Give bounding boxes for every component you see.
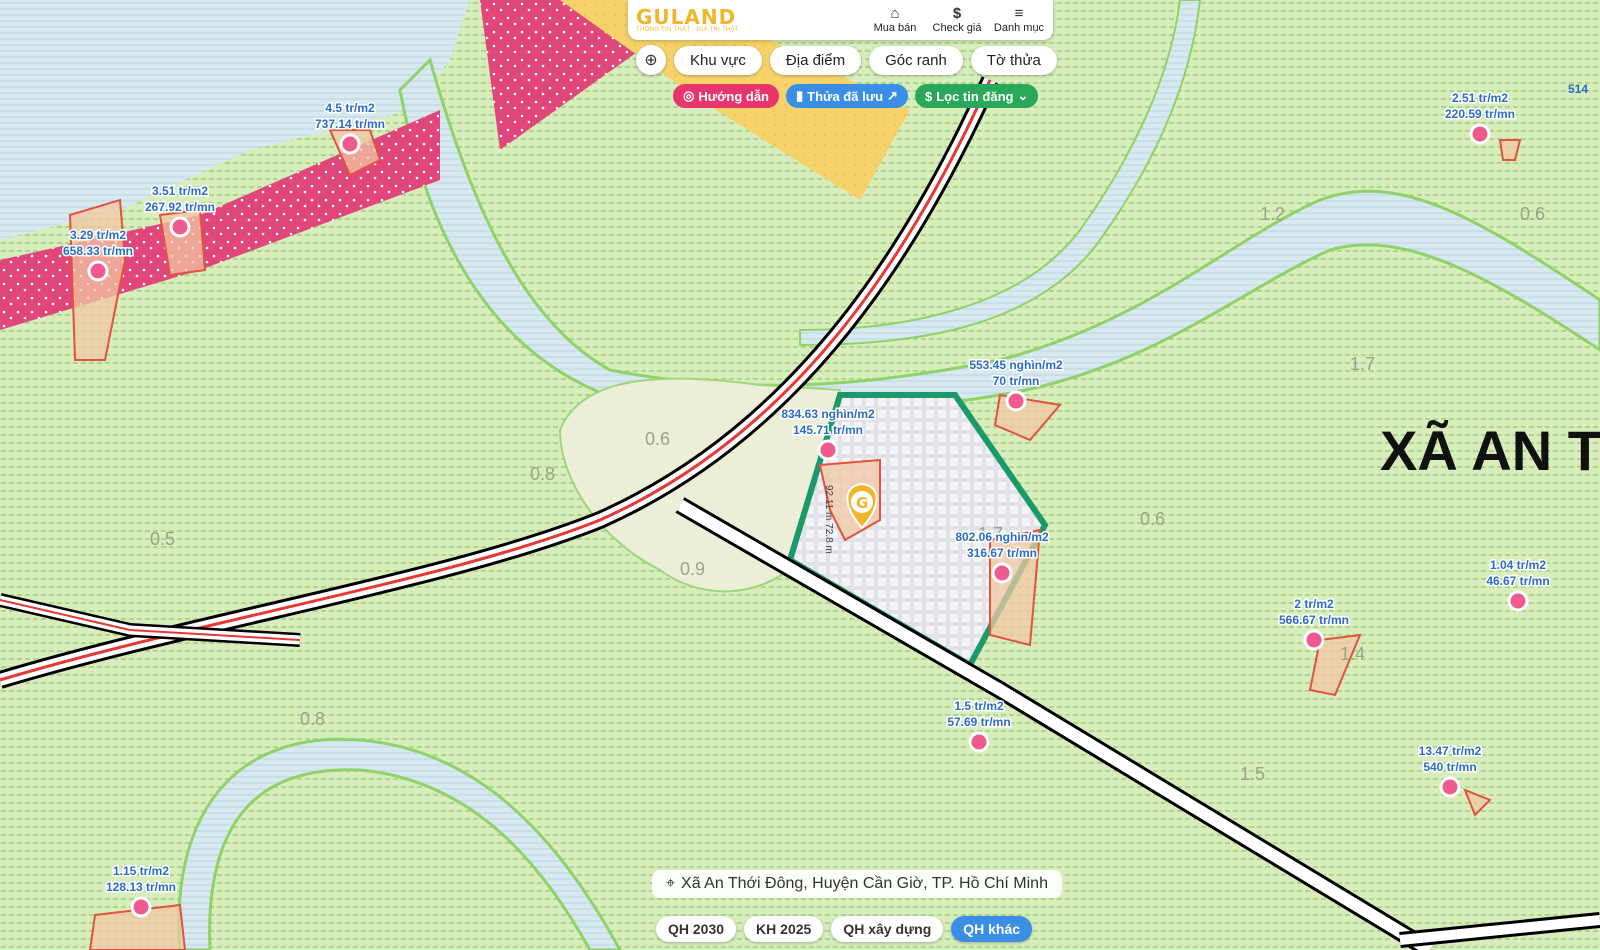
marker-price: 2.51 tr/m2 (1452, 91, 1508, 105)
map-canvas[interactable]: 0.6 0.8 0.9 1.7 0.5 0.8 0.6 1.2 1.7 1.4 … (0, 0, 1600, 950)
map-pin-icon: ⌖ (666, 875, 676, 892)
plan-tabs: QH 2030 KH 2025 QH xây dựng QH khác (656, 916, 1033, 942)
tab-qh-khac[interactable]: QH khác (951, 916, 1033, 942)
marker-value: 566.67 tr/mn (1279, 613, 1349, 627)
marker-value: 70 tr/mn (993, 374, 1040, 388)
tab-qh-xay-dung[interactable]: QH xây dựng (831, 916, 944, 942)
marker-dot (130, 896, 152, 918)
external-link-icon: ↗ (887, 88, 898, 103)
dollar-icon: $ (924, 88, 933, 104)
tab-place[interactable]: Địa điểm (769, 45, 862, 75)
plot-dimension: 92.11 m 72.8 m (823, 485, 834, 554)
marker-price: 4.5 tr/m2 (325, 101, 375, 115)
marker-price: 1.15 tr/m2 (113, 864, 169, 878)
tab-parcel[interactable]: Tờ thửa (970, 45, 1057, 75)
area-label: 0.6 (1520, 204, 1545, 224)
marker-value: 658.33 tr/mn (63, 244, 133, 258)
marker-dot (817, 439, 839, 461)
marker-price: 3.29 tr/m2 (70, 228, 126, 242)
area-label: 0.8 (530, 464, 555, 484)
search-tabs: ⊕ Khu vực Địa điểm Góc ranh Tờ thửa (636, 45, 1057, 75)
marker-price: 553.45 nghìn/m2 (969, 358, 1063, 372)
check-price-button[interactable]: $ Check giá (928, 5, 986, 35)
marker-price: 1.04 tr/m2 (1490, 558, 1546, 572)
marker-value: 57.69 tr/mn (947, 715, 1010, 729)
area-label: 0.6 (1140, 509, 1165, 529)
marker-dot (991, 562, 1013, 584)
marker-dot (87, 260, 109, 282)
marker-value: 145.71 tr/mn (793, 423, 863, 437)
marker-value: 220.59 tr/mn (1445, 107, 1515, 121)
marker-dot (1005, 390, 1027, 412)
edge-label: 514 (1568, 82, 1588, 96)
area-label: 1.7 (1350, 354, 1375, 374)
area-label: 1.4 (1340, 644, 1365, 664)
bookmark-icon: ▮ (796, 88, 804, 103)
marker-price: 2 tr/m2 (1294, 597, 1334, 611)
marker-dot (1303, 629, 1325, 651)
tab-corner[interactable]: Góc ranh (869, 45, 963, 75)
marker-value: 267.92 tr/mn (145, 200, 215, 214)
saved-parcels-button[interactable]: ▮ Thửa đã lưu ↗ (786, 84, 908, 108)
marker-value: 128.13 tr/mn (106, 880, 176, 894)
marker-dot (169, 216, 191, 238)
target-icon: ◎ (683, 88, 695, 103)
area-label: 1.5 (1240, 764, 1265, 784)
locate-button[interactable]: ⊕ (636, 45, 666, 75)
menu-icon: ≡ (1014, 5, 1024, 22)
marker-value: 316.67 tr/mn (967, 546, 1037, 560)
marker-price: 1.5 tr/m2 (954, 699, 1004, 713)
buy-sell-button[interactable]: ⌂ Mua bán (866, 5, 924, 35)
app-logo[interactable]: GULAND THÔNG TIN THẬT - GIÁ TRỊ THẬT (628, 7, 866, 33)
crosshair-icon: ⊕ (644, 52, 658, 69)
menu-button[interactable]: ≡ Danh mục (990, 5, 1048, 35)
listing-filter-button[interactable]: $ Lọc tin đăng ⌄ (914, 84, 1039, 108)
area-label: 0.5 (150, 529, 175, 549)
location-label: ⌖ Xã An Thới Đông, Huyện Cần Giờ, TP. Hồ… (652, 870, 1062, 898)
marker-value: 737.14 tr/mn (315, 117, 385, 131)
area-label: 0.9 (680, 559, 705, 579)
marker-dot (1439, 776, 1461, 798)
tab-qh-2030[interactable]: QH 2030 (656, 916, 737, 942)
marker-price: 3.51 tr/m2 (152, 184, 208, 198)
marker-price: 13.47 tr/m2 (1419, 744, 1482, 758)
marker-value: 46.67 tr/mn (1486, 574, 1549, 588)
guide-button[interactable]: ◎ Hướng dẫn (673, 84, 779, 108)
svg-text:G: G (856, 494, 868, 512)
area-label: 0.6 (645, 429, 670, 449)
marker-dot (1469, 123, 1491, 145)
marker-price: 834.63 nghìn/m2 (781, 407, 875, 421)
marker-value: 540 tr/mn (1423, 760, 1476, 774)
tab-kh-2025[interactable]: KH 2025 (744, 916, 824, 942)
chevron-down-icon: ⌄ (1017, 88, 1029, 103)
region-label: XÃ AN T (1380, 419, 1600, 482)
marker-dot (968, 731, 990, 753)
marker-price: 802.06 nghìn/m2 (955, 530, 1049, 544)
area-label: 1.2 (1260, 204, 1285, 224)
action-pills: ◎ Hướng dẫn ▮ Thửa đã lưu ↗ $ Lọc tin đă… (673, 84, 1039, 108)
marker-dot (1507, 590, 1529, 612)
dollar-icon: $ (952, 5, 962, 22)
tab-area[interactable]: Khu vực (674, 45, 762, 75)
top-bar: GULAND THÔNG TIN THẬT - GIÁ TRỊ THẬT ⌂ M… (628, 0, 1053, 40)
house-icon: ⌂ (890, 5, 900, 22)
marker-dot (339, 133, 361, 155)
area-label: 0.8 (300, 709, 325, 729)
